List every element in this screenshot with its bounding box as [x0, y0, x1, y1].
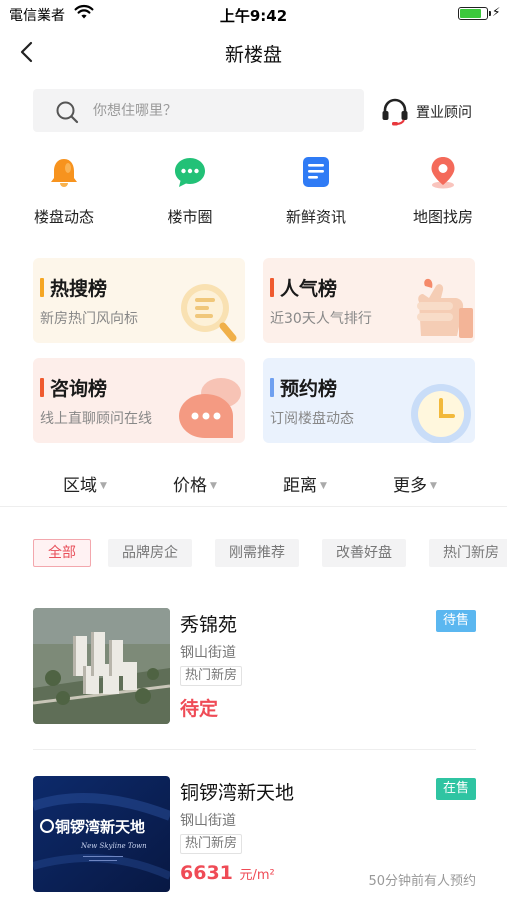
quick-entry-label: 地图找房: [412, 208, 473, 226]
listing-price: 待定: [180, 698, 219, 720]
thumbs-up-icon: [417, 278, 473, 338]
listing-activity-note: 50分钟前有人预约: [368, 874, 476, 889]
quick-entry-map-search[interactable]: 地图找房: [393, 148, 493, 234]
listing-address: 钢山街道: [180, 813, 236, 829]
map-pin-icon: [431, 157, 455, 189]
clock-icon: [411, 384, 471, 443]
filter-price[interactable]: 价格 ▼: [173, 471, 217, 496]
page-title: 新楼盘: [224, 44, 282, 66]
tag-brand-developers[interactable]: 品牌房企: [108, 539, 192, 567]
listing-status-badge: 待售: [435, 610, 476, 632]
listing-photo: 铜锣湾新天地 New Skyline Town: [33, 776, 170, 892]
document-icon: [303, 157, 329, 187]
listing-card[interactable]: 铜锣湾新天地 New Skyline Town 铜锣湾新天地 在售 钢山街道 热…: [33, 776, 476, 894]
card-subtitle: 新房热门风向标: [40, 311, 138, 327]
card-subtitle: 线上直聊顾问在线: [40, 411, 152, 427]
quick-entry-label: 新鲜资讯: [285, 208, 346, 226]
card-subtitle: 订阅楼盘动态: [270, 411, 354, 427]
filter-label: 更多: [393, 476, 427, 496]
filter-label: 区域: [63, 476, 97, 496]
caret-down-icon: ▼: [100, 481, 107, 491]
listing-tag: 热门新房: [180, 666, 243, 686]
bell-icon: [51, 159, 77, 187]
clock-time: 上午9:42: [219, 7, 288, 25]
advisor-label: 置业顾问: [416, 105, 472, 121]
caret-down-icon: ▼: [320, 481, 327, 491]
caret-down-icon: ▼: [430, 481, 437, 491]
listing-tag: 热门新房: [180, 834, 243, 854]
chat-bubble-icon: [175, 158, 205, 187]
listing-price-value: 6631: [180, 862, 233, 884]
battery-icon: [458, 7, 491, 20]
card-title: 热搜榜: [50, 278, 108, 300]
category-tags: 全部 品牌房企 刚需推荐 改善好盘 热门新房: [0, 536, 507, 570]
thumb-title: 铜锣湾新天地: [55, 818, 145, 836]
quick-entry-label: 楼盘动态: [33, 208, 94, 226]
listing-photo: [33, 608, 170, 724]
filter-region[interactable]: 区域 ▼: [63, 471, 107, 496]
listing-price-unit: 元/m²: [239, 868, 275, 883]
card-title: 人气榜: [280, 278, 338, 300]
quick-entry-row: 楼盘动态 楼市圈 新鲜资讯 地图找房: [0, 148, 507, 238]
thumb-subtitle: New Skyline Town: [80, 842, 147, 850]
card-title: 预约榜: [280, 378, 338, 400]
tag-hot-new-homes[interactable]: 热门新房: [429, 539, 507, 567]
listing-name: 秀锦苑: [180, 614, 238, 636]
advisor-button[interactable]: 置业顾问: [380, 94, 480, 128]
listing-status-badge: 在售: [435, 778, 476, 800]
search-input[interactable]: [93, 89, 353, 132]
hot-search-ranking-card[interactable]: 热搜榜 新房热门风向标: [33, 258, 245, 343]
reservation-ranking-card[interactable]: 预约榜 订阅楼盘动态: [263, 358, 475, 443]
quick-entry-fresh-news[interactable]: 新鲜资讯: [266, 148, 366, 234]
listing-divider: [33, 749, 476, 750]
tag-all[interactable]: 全部: [33, 539, 91, 567]
consultation-ranking-card[interactable]: 咨询榜 线上直聊顾问在线: [33, 358, 245, 443]
status-bar: 電信業者 上午9:42 ⚡: [0, 0, 507, 28]
filter-label: 价格: [173, 476, 207, 496]
card-title: 咨询榜: [50, 378, 108, 400]
popularity-ranking-card[interactable]: 人气榜 近30天人气排行: [263, 258, 475, 343]
filter-bar: 区域 ▼ 价格 ▼ 距离 ▼ 更多 ▼: [0, 463, 507, 507]
quick-entry-project-news[interactable]: 楼盘动态: [14, 148, 114, 234]
listing-card[interactable]: 秀锦苑 待售 钢山街道 热门新房 待定: [33, 608, 476, 726]
filter-more[interactable]: 更多 ▼: [393, 471, 437, 496]
card-subtitle: 近30天人气排行: [270, 311, 372, 327]
caret-down-icon: ▼: [210, 481, 217, 491]
quick-entry-market-circle[interactable]: 楼市圈: [140, 148, 240, 234]
quick-entry-label: 楼市圈: [167, 208, 213, 226]
listing-name: 铜锣湾新天地: [180, 782, 295, 804]
nav-bar: 新楼盘: [0, 28, 507, 76]
tag-upgrade-homes[interactable]: 改善好盘: [322, 539, 406, 567]
search-bar[interactable]: [33, 89, 364, 132]
chat-icon: [179, 378, 241, 438]
charging-bolt-icon: ⚡: [492, 5, 501, 19]
filter-distance[interactable]: 距离 ▼: [283, 471, 327, 496]
magnifier-icon: [181, 284, 237, 342]
listing-address: 钢山街道: [180, 645, 236, 661]
headset-icon: [382, 98, 408, 126]
listing-price: 6631 元/m²: [180, 862, 275, 884]
search-icon: [56, 101, 79, 124]
filter-label: 距离: [283, 476, 317, 496]
tag-starter-homes[interactable]: 刚需推荐: [215, 539, 299, 567]
